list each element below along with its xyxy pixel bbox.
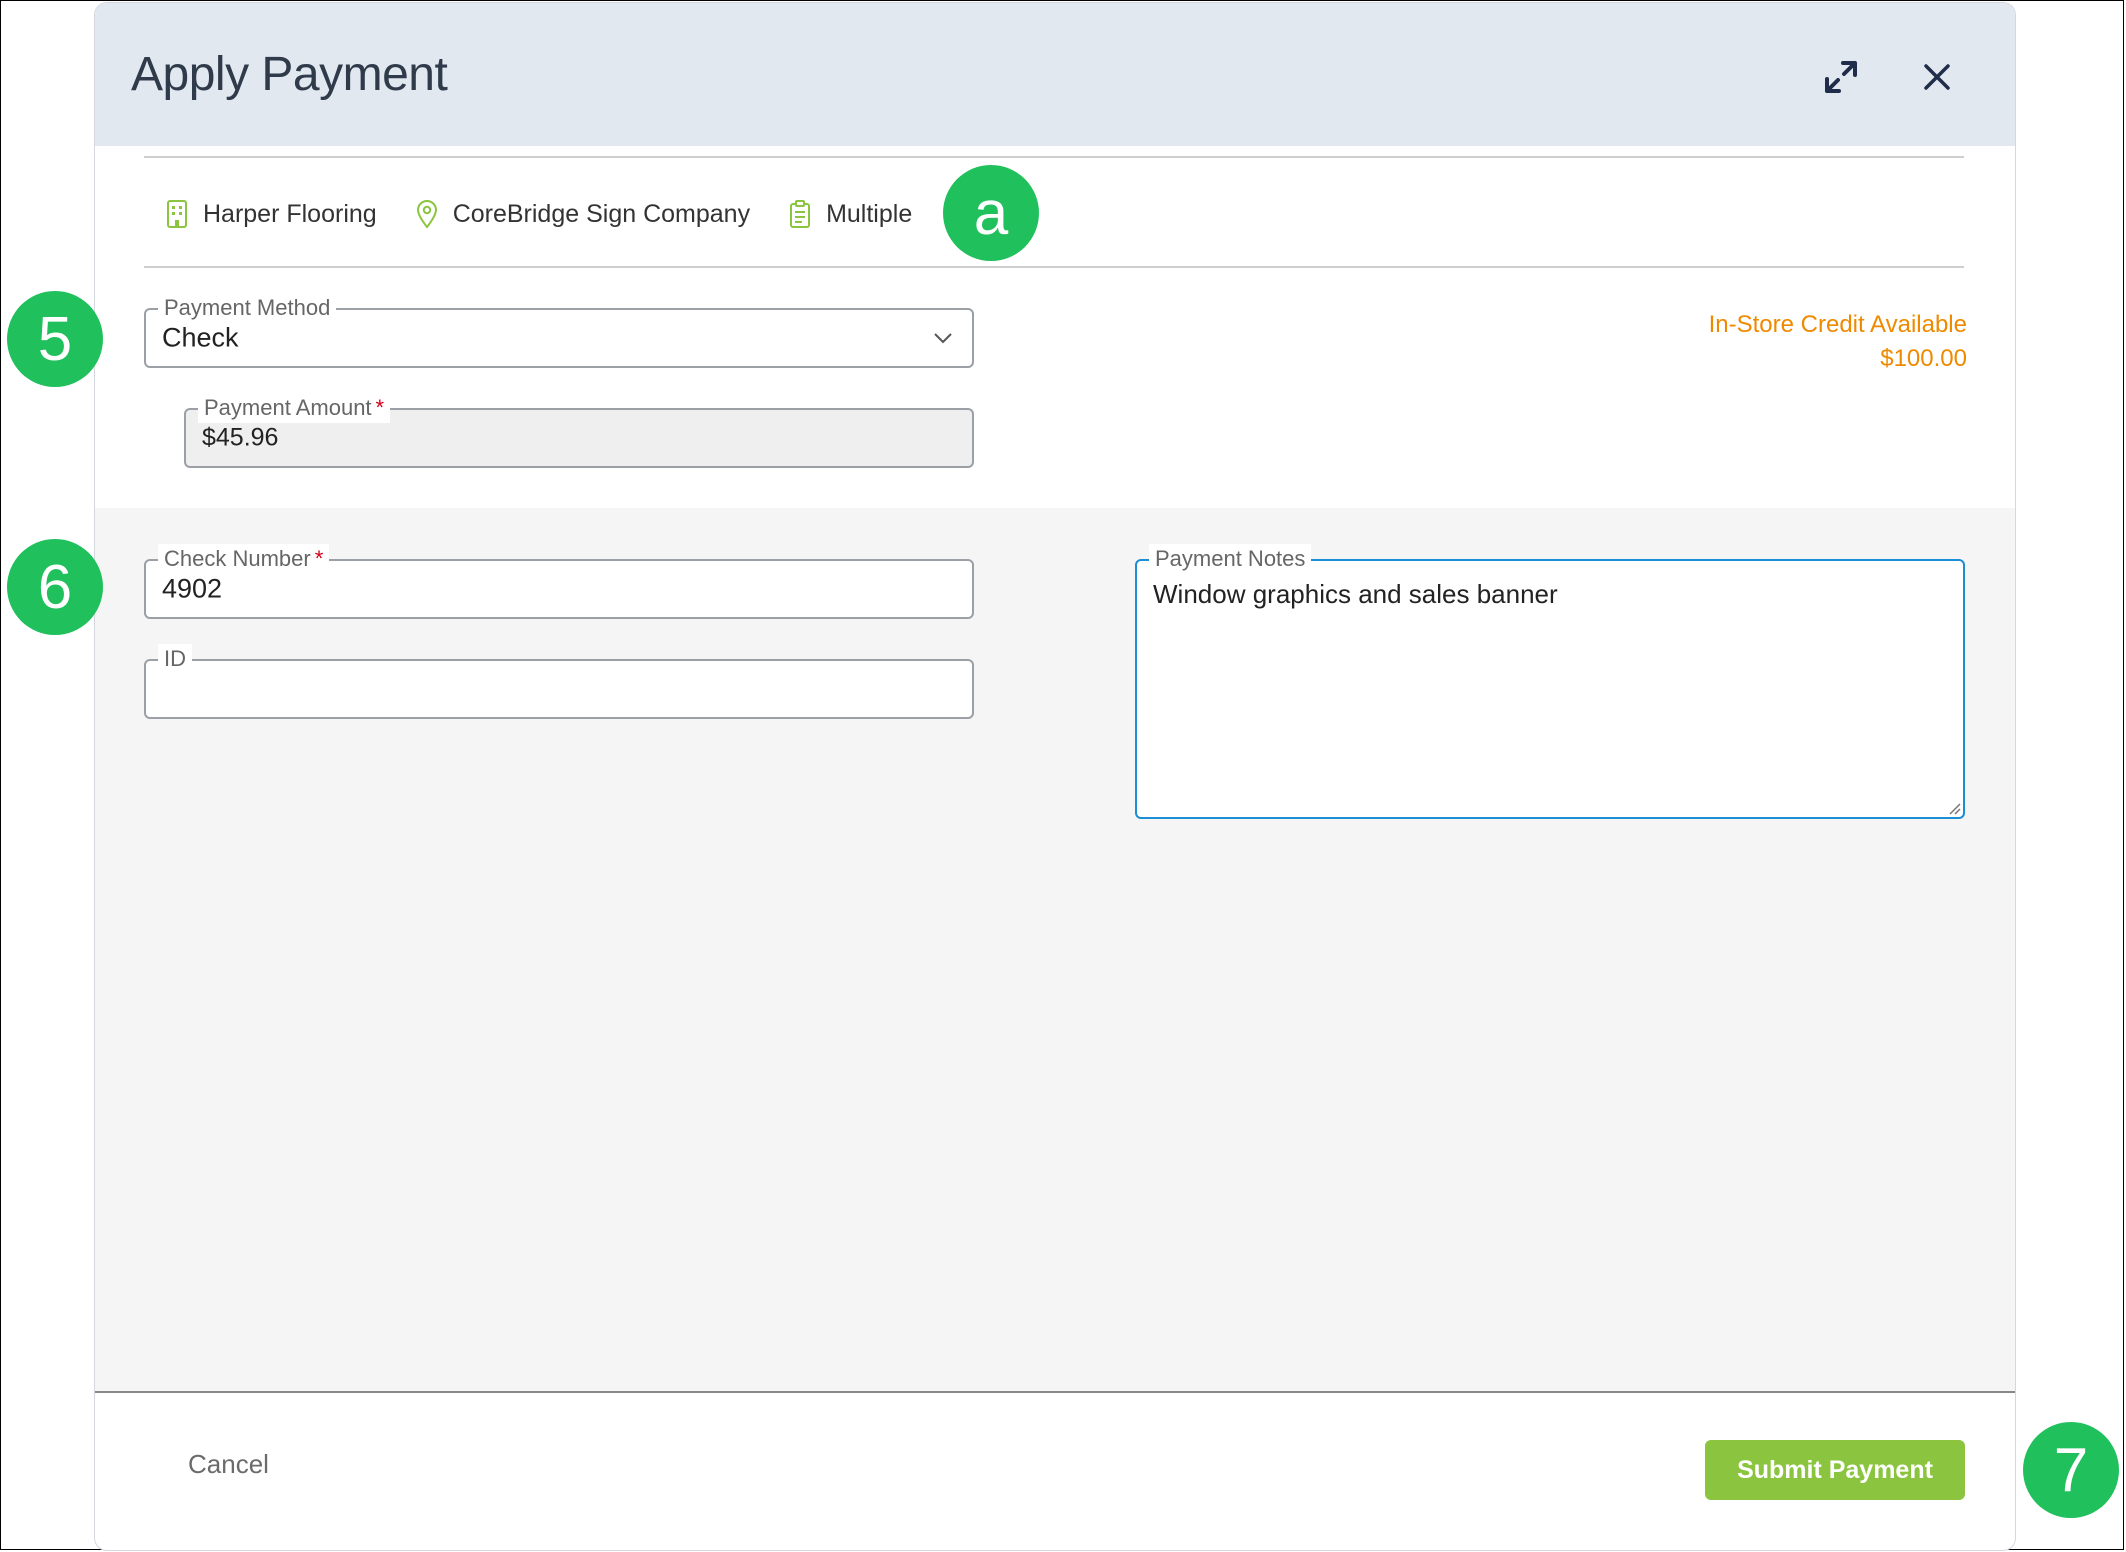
building-icon xyxy=(167,200,187,228)
payment-notes-value: Window graphics and sales banner xyxy=(1153,579,1558,609)
payment-notes-label: Payment Notes xyxy=(1149,544,1312,574)
expand-icon xyxy=(1825,61,1857,93)
location-name: CoreBridge Sign Company xyxy=(452,199,751,228)
expand-button[interactable] xyxy=(1819,55,1863,99)
check-number-field[interactable]: Check Number * 4902 xyxy=(144,544,974,619)
company-info[interactable]: Harper Flooring xyxy=(165,199,377,229)
apply-payment-modal: Apply Payment Harper Flooring CoreBridge… xyxy=(95,3,2015,1550)
check-number-label: Check Number * xyxy=(158,544,330,574)
orders-info[interactable]: Multiple xyxy=(788,199,912,229)
clipboard-icon xyxy=(790,200,811,228)
payment-amount-field[interactable]: Payment Amount * $45.96 xyxy=(184,393,974,468)
credit-amount: $100.00 xyxy=(1880,345,1967,372)
modal-title: Apply Payment xyxy=(131,48,448,101)
cancel-button[interactable]: Cancel xyxy=(188,1449,269,1480)
payment-method-select[interactable]: Payment Method Check xyxy=(144,293,974,368)
info-bottom-divider xyxy=(144,266,1964,268)
chevron-down-icon xyxy=(934,333,952,344)
id-field[interactable]: ID xyxy=(144,644,974,719)
payment-details-section: Check Number * 4902 ID Payment Notes Wind… xyxy=(95,508,2015,1392)
location-info[interactable]: CoreBridge Sign Company xyxy=(415,199,750,229)
map-pin-icon xyxy=(416,200,437,229)
close-button[interactable] xyxy=(1915,55,1959,99)
order-info-row: Harper Flooring CoreBridge Sign Company … xyxy=(165,194,950,234)
payment-method-value: Check xyxy=(162,322,239,353)
payment-amount-label: Payment Amount * xyxy=(198,393,391,423)
marker-7: 7 xyxy=(2023,1422,2119,1518)
footer-divider xyxy=(95,1391,2015,1393)
payment-amount-value: $45.96 xyxy=(202,423,279,452)
info-top-divider xyxy=(144,156,1964,158)
modal-header: Apply Payment xyxy=(95,3,2015,146)
credit-label: In-Store Credit Available xyxy=(1708,311,1967,338)
marker-6: 6 xyxy=(7,539,103,635)
payment-method-label: Payment Method xyxy=(158,293,337,323)
payment-notes-textarea[interactable]: Payment Notes Window graphics and sales … xyxy=(1135,544,1965,819)
orders-label: Multiple xyxy=(826,199,913,228)
id-label: ID xyxy=(158,644,192,674)
close-icon xyxy=(1924,64,1950,90)
check-number-value: 4902 xyxy=(162,573,223,604)
in-store-credit: In-Store Credit Available $100.00 xyxy=(1709,308,1967,376)
marker-5: 5 xyxy=(7,291,103,387)
submit-payment-button[interactable]: Submit Payment xyxy=(1705,1440,1965,1500)
company-name: Harper Flooring xyxy=(203,199,377,228)
marker-a: a xyxy=(943,165,1039,261)
resize-handle-icon[interactable] xyxy=(1945,799,1961,815)
